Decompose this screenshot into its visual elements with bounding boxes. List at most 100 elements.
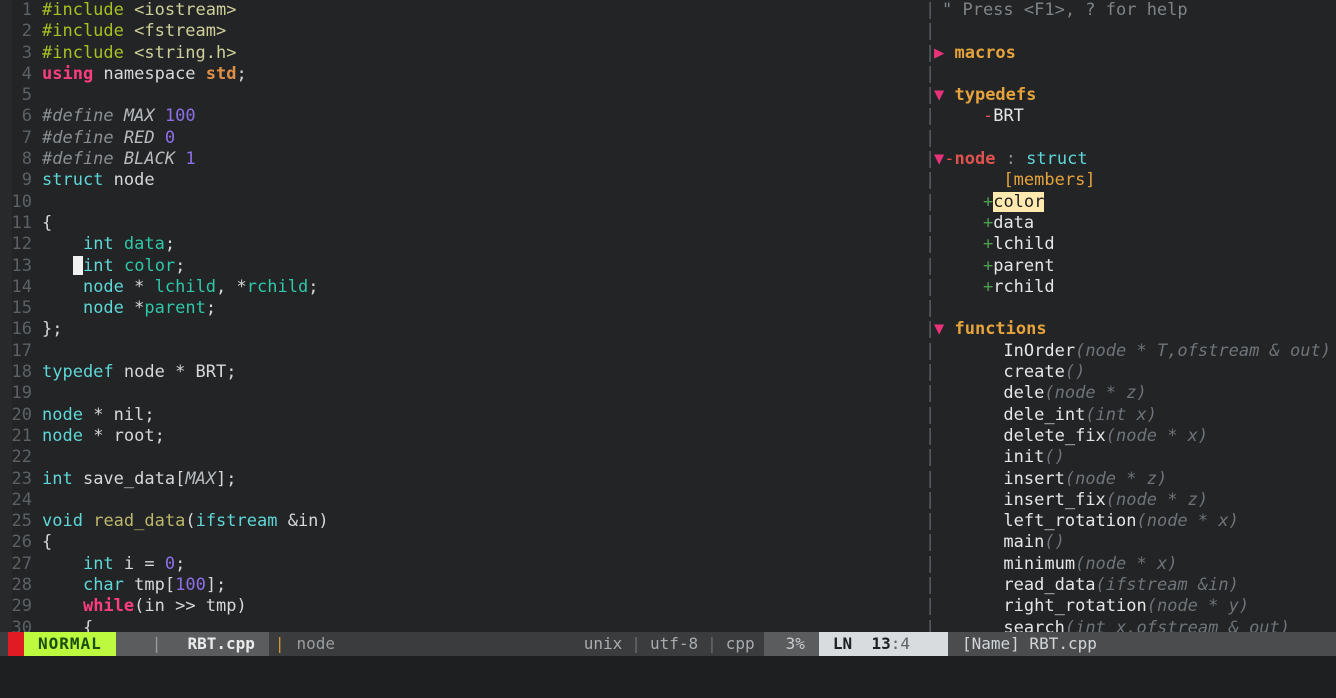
tagbar-entry-parent[interactable]: +parent [920,256,1336,277]
code-line[interactable]: 14 node * lchild, *rchild; [0,277,920,298]
code-token: node [42,425,83,446]
code-line[interactable]: 18 typedef node * BRT; [0,362,920,383]
code-token: node [103,170,155,191]
tagbar-help-text: " Press <F1>, ? for help [920,0,1336,21]
tagbar-pane[interactable]: | | | | | | | | | | | | | | | | | | | | | | | | | | | | | | " Press <… [920,0,1336,632]
tagbar-function-create[interactable]: create() [920,362,1336,383]
code-token: namespace [93,63,206,84]
tagbar-function-insert[interactable]: insert(node * z) [920,469,1336,490]
line-text: #define MAX 100 [42,106,196,127]
code-line[interactable]: 11 { [0,213,920,234]
code-token: root [113,425,155,446]
line-number: 23 [11,468,32,489]
code-line[interactable]: 29 while(in >> tmp) [0,596,920,617]
tagbar-scope-node[interactable]: ▼-node : struct [920,149,1336,170]
code-token: * [123,298,145,319]
code-line[interactable]: 10 [0,192,920,213]
tagbar-function-left_rotation[interactable]: left_rotation(node * x) [920,511,1336,532]
tagbar-kind-macros[interactable]: ▶ macros [920,43,1336,64]
line-text: { [42,213,52,234]
line-number: 3 [21,42,32,63]
code-line[interactable]: 27 int i = 0; [0,554,920,575]
status-spacer [341,632,575,656]
code-token: (in >> tmp) [134,596,247,617]
tagbar-entry-BRT[interactable]: -BRT [920,106,1336,127]
line-text: node *parent; [42,298,216,319]
code-token: }; [42,319,63,340]
code-line[interactable]: 26 { [0,532,920,553]
code-line[interactable]: 23 int save_data[MAX]; [0,469,920,490]
tagbar-entry-data[interactable]: +data [920,213,1336,234]
code-line[interactable]: 3 #include <string.h> [0,43,920,64]
chevron-right-icon[interactable]: ▶ [934,43,944,63]
line-number: 12 [11,234,32,255]
tagbar-indent [942,405,1003,425]
line-text: struct node [42,170,155,191]
tagbar-indent [942,490,1003,510]
command-line[interactable] [0,656,1336,698]
code-line[interactable]: 4 using namespace std; [0,64,920,85]
tagbar-function-insert_fix[interactable]: insert_fix(node * z) [920,490,1336,511]
tagbar-entry-lchild[interactable]: +lchild [920,234,1336,255]
code-line[interactable]: 25 void read_data(ifstream &in) [0,511,920,532]
code-line[interactable]: 5 [0,85,920,106]
tagbar-blank-row [920,298,1336,319]
code-buffer[interactable]: 1 #include <iostream> 2 #include <fstream> 3… [0,0,920,632]
tagbar-list[interactable]: " Press <F1>, ? for help ▶ macros ▼ type… [920,0,1336,632]
line-number: 13 [11,255,32,276]
code-line[interactable]: 7 #define RED 0 [0,128,920,149]
code-line[interactable]: 20 node * nil; [0,405,920,426]
tagbar-function-init[interactable]: init() [920,447,1336,468]
code-token: MAX [185,468,217,489]
code-line[interactable]: 1 #include <iostream> [0,0,920,21]
code-line[interactable]: 8 #define BLACK 1 [0,149,920,170]
chevron-down-icon[interactable]: ▼ [934,85,944,105]
tagbar-function-label: create [1003,362,1065,383]
code-line[interactable]: 6 #define MAX 100 [0,106,920,127]
tagbar-kind-functions[interactable]: ▼ functions [920,319,1336,340]
tagbar-function-main[interactable]: main() [920,532,1336,553]
tagbar-status-section: [Name] RBT.cpp [920,632,1336,656]
line-text: #define RED 0 [42,128,175,149]
tagbar-function-right_rotation[interactable]: right_rotation(node * y) [920,596,1336,617]
tagbar-function-dele_int[interactable]: dele_int(int x) [920,405,1336,426]
tagbar-function-InOrder[interactable]: InOrder(node * T,ofstream & out) [920,341,1336,362]
code-line[interactable]: 12 int data; [0,234,920,255]
code-line[interactable]: 22 [0,447,920,468]
line-number: 18 [11,362,32,383]
code-line[interactable]: 17 [0,341,920,362]
status-line-number: 13 [871,634,891,653]
code-line[interactable]: 15 node *parent; [0,298,920,319]
tagbar-function-delete_fix[interactable]: delete_fix(node * x) [920,426,1336,447]
tagbar-function-read_data[interactable]: read_data(ifstream &in) [920,575,1336,596]
tagbar-entry-rchild[interactable]: +rchild [920,277,1336,298]
tagbar-function-dele[interactable]: dele(node * z) [920,383,1336,404]
code-line[interactable]: 13 int color; [0,255,920,277]
code-line[interactable]: 24 [0,490,920,511]
code-line[interactable]: 2 #include <fstream> [0,21,920,42]
code-line[interactable]: 16}; [0,319,920,340]
code-line[interactable]: 21 node * root; [0,426,920,447]
tagbar-indent [942,192,983,212]
chevron-down-icon[interactable]: ▼ [934,319,944,339]
chevron-down-icon[interactable]: ▼ [934,149,944,169]
code-line[interactable]: 30 { [0,618,920,632]
tagbar-entry-color[interactable]: +color [920,191,1336,213]
tagbar-function-search[interactable]: search(int x,ofstream & out) [920,618,1336,632]
status-col-sep: : [890,634,901,653]
editor-pane[interactable]: 1 #include <iostream> 2 #include <fstream> 3… [0,0,920,632]
code-token: rchild [246,276,309,297]
tagbar-kind-typedefs[interactable]: ▼ typedefs [920,85,1336,106]
tagbar-function-minimum[interactable]: minimum(node * x) [920,554,1336,575]
vim-window: 1 #include <iostream> 2 #include <fstream> 3… [0,0,1336,698]
code-line[interactable]: 9 struct node [0,170,920,191]
tagbar-function-signature: (node * y) [1146,596,1250,617]
line-text: node * lchild, *rchild; [42,277,318,298]
code-token: node [42,404,83,425]
code-line[interactable]: 28 char tmp[100]; [0,575,920,596]
code-line[interactable]: 19 [0,383,920,404]
